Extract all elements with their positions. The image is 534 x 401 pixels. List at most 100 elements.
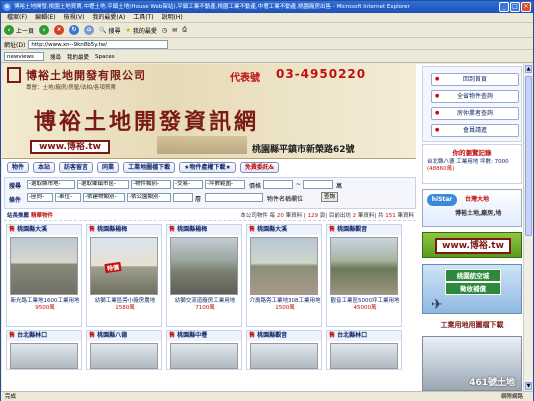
listing-photo[interactable] <box>250 237 318 295</box>
menu-favorites[interactable]: 我的最愛(A) <box>92 13 125 22</box>
floor-label: 層 <box>195 196 202 203</box>
nav-free-listing[interactable]: 免費委託& <box>239 162 280 173</box>
menu-tools[interactable]: 工具(T) <box>133 13 153 22</box>
maximize-icon[interactable]: □ <box>510 2 520 12</box>
recommend-bar: 站長推薦 精華物件 本公司物件 每 20 筆資料 | 129 頁| 目前出坊 2… <box>4 211 416 221</box>
nav-guestbook[interactable]: 訪客留言 <box>59 162 94 173</box>
forward-icon[interactable]: › <box>39 25 50 35</box>
print-icon[interactable]: ⎙ <box>182 26 187 34</box>
member-menu: 回到首頁 全省物件查詢 房仲業者查詢 會員請進 <box>422 66 522 142</box>
links-favorites[interactable]: 我的最愛 <box>67 53 89 61</box>
nav-peers[interactable]: 同業 <box>97 162 120 173</box>
ie-icon: e <box>3 3 11 11</box>
orientation-select[interactable]: -座向- <box>27 193 53 202</box>
stop-icon[interactable]: × <box>54 25 65 35</box>
listing-card[interactable]: 售 桃園縣楊梅 特價 幼獅工業區旁小廠房農地 1580萬 <box>86 224 162 327</box>
menu-edit[interactable]: 編輯(E) <box>35 13 55 22</box>
trade-select[interactable]: -交易- <box>173 180 203 189</box>
listing-photo[interactable] <box>10 343 78 369</box>
menu-view[interactable]: 檢視(V) <box>64 13 85 22</box>
listing-photo[interactable] <box>170 237 238 295</box>
listing-photo[interactable] <box>330 237 398 295</box>
listing-card[interactable]: 售 桃園縣觀音 <box>246 330 322 370</box>
page-content: 博裕土地開發有限公司 專營：土地/廠房/房屋/法拍/各項買賣 代表號 03-49… <box>2 64 524 391</box>
map-download-link[interactable]: 工業用地用圖檔下載 <box>422 320 522 332</box>
search-panel: 搜尋 條件 -選取縣市地- -選取鄉鎮市區- -物件類別- -交易- -坪數範圍… <box>4 177 416 209</box>
menu-help[interactable]: 說明(H) <box>162 13 183 22</box>
site-url-badge: www.博裕.tw <box>30 140 110 154</box>
refresh-icon[interactable]: ↻ <box>69 25 80 35</box>
floor-input[interactable] <box>173 193 193 202</box>
address-input[interactable]: http://www.xn--9kn8b5y.tw/ <box>28 39 169 49</box>
browse-history: 你的瀏覽記錄 台北縣八德 工業用地 坪數: 7000 (48860萬) <box>422 144 522 184</box>
sidebar-item-search[interactable]: 全省物件查詢 <box>431 90 519 103</box>
search-icon: 🔍 <box>99 26 107 34</box>
listing-card[interactable]: 售 桃園縣觀音 觀音工業區5000坪工業用地 45000萬 <box>326 224 402 327</box>
nav-objects[interactable]: 物件 <box>7 162 30 173</box>
land-photo-ad[interactable]: 461號土地 <box>422 336 522 391</box>
price-min-input[interactable] <box>263 180 293 189</box>
price-tilde: ~ <box>296 181 302 188</box>
listing-photo[interactable] <box>10 237 78 295</box>
history-item[interactable]: 台北縣八德 工業用地 坪數: 7000 (48860萬) <box>427 159 517 173</box>
vertical-scrollbar[interactable]: ▲ ▼ <box>523 64 532 391</box>
scroll-thumb[interactable] <box>525 76 532 236</box>
listing-card[interactable]: 售 台北縣林口 <box>6 330 82 370</box>
scroll-down-icon[interactable]: ▼ <box>525 382 532 390</box>
listing-card[interactable]: 售 桃園縣八德 <box>86 330 162 370</box>
mail-icon[interactable]: ✉ <box>172 27 177 34</box>
status-bar: 完成 網際網路 <box>1 391 533 401</box>
links-search-input[interactable]: newviews <box>4 52 44 61</box>
hinet-ad-banner[interactable]: hiStar 台灣大地 博裕土地,廠房,地 <box>422 189 522 227</box>
house-illustration <box>157 136 247 154</box>
listing-photo[interactable] <box>90 237 158 295</box>
sidebar-item-agents[interactable]: 房仲業者查詢 <box>431 107 519 120</box>
browser-window: e 博裕土地開發,桃園土地買賣,中壢土地,平鎮土地(House Web架站),平… <box>0 0 534 401</box>
favorites-button[interactable]: ★ 我的最愛 <box>126 26 157 35</box>
sidebar-item-members[interactable]: 會員請進 <box>431 124 519 137</box>
listing-photo[interactable] <box>330 343 398 369</box>
home-icon[interactable]: ⌂ <box>84 25 95 35</box>
search-button[interactable]: 🔍 搜尋 <box>99 26 121 35</box>
tel-label: 代表號 <box>230 73 260 84</box>
close-icon[interactable]: × <box>521 2 531 12</box>
listing-photo[interactable] <box>250 343 318 369</box>
sidebar-item-home[interactable]: 回到首頁 <box>431 73 519 86</box>
price-max-input[interactable] <box>303 180 333 189</box>
listing-card[interactable]: 售 桃園縣中壢 <box>166 330 242 370</box>
links-spaces[interactable]: Spaces <box>95 54 115 60</box>
area-select[interactable]: -坪數範圍- <box>205 180 245 189</box>
links-bar: newviews 搜尋 我的最愛 Spaces <box>1 51 533 63</box>
listing-photo[interactable] <box>170 343 238 369</box>
price-unit: 萬 <box>336 183 343 190</box>
back-button[interactable]: ‹ 上一頁 <box>4 25 34 35</box>
listing-card[interactable]: 售 桃園縣大溪 介壽路旁工業地308工業用地 1500萬 <box>246 224 322 327</box>
links-search[interactable]: 搜尋 <box>50 53 61 61</box>
listing-photo[interactable] <box>90 343 158 369</box>
nav-title-download[interactable]: ★物件產權下載★ <box>179 162 236 173</box>
parking-select[interactable]: -車位- <box>55 193 81 202</box>
nav-map-download[interactable]: 工業地圖檔下載 <box>123 162 176 173</box>
site-nav: 物件 本站 訪客留言 同業 工業地圖檔下載 ★物件產權下載★ 免費委託& <box>7 162 417 174</box>
building-type-select[interactable]: -依建物類別- <box>83 193 125 202</box>
history-icon[interactable]: ◷ <box>162 27 167 34</box>
listing-card[interactable]: 售 桃園縣大溪 新光路工業地1600工業用地 9500萬 <box>6 224 82 327</box>
site-url-ad[interactable]: www.博裕.tw <box>422 232 522 258</box>
county-select[interactable]: -選取縣市地- <box>27 180 75 189</box>
listing-stats: 本公司物件 每 20 筆資料 | 129 頁| 目前出坊 2 筆資料| 共 15… <box>240 213 414 219</box>
site-banner: 博裕土地開發有限公司 專營：土地/廠房/房屋/法拍/各項買賣 代表號 03-49… <box>2 64 416 159</box>
airport-city-ad[interactable]: 桃園航空城 徵收補償 ✈ <box>422 264 522 314</box>
category-select[interactable]: -物件類別- <box>131 180 171 189</box>
minimize-icon[interactable]: _ <box>499 2 509 12</box>
listing-card[interactable]: 售 桃園縣楊梅 幼獅交流道廠房工業用地 7100萬 <box>166 224 242 327</box>
search-submit-button[interactable]: 查詢 <box>321 192 339 202</box>
object-name-label: 物件名稱欄位 <box>267 196 304 203</box>
park-type-select[interactable]: -依公園類別- <box>127 193 171 202</box>
menu-file[interactable]: 檔案(F) <box>7 13 27 22</box>
listing-card[interactable]: 售 台北縣林口 <box>326 330 402 370</box>
object-name-input[interactable] <box>205 193 263 202</box>
scroll-up-icon[interactable]: ▲ <box>525 65 532 73</box>
nav-about[interactable]: 本站 <box>33 162 56 173</box>
district-select[interactable]: -選取鄉鎮市區- <box>77 180 129 189</box>
toolbar: ‹ 上一頁 › × ↻ ⌂ 🔍 搜尋 ★ 我的最愛 ◷ ✉ ⎙ <box>1 23 533 38</box>
